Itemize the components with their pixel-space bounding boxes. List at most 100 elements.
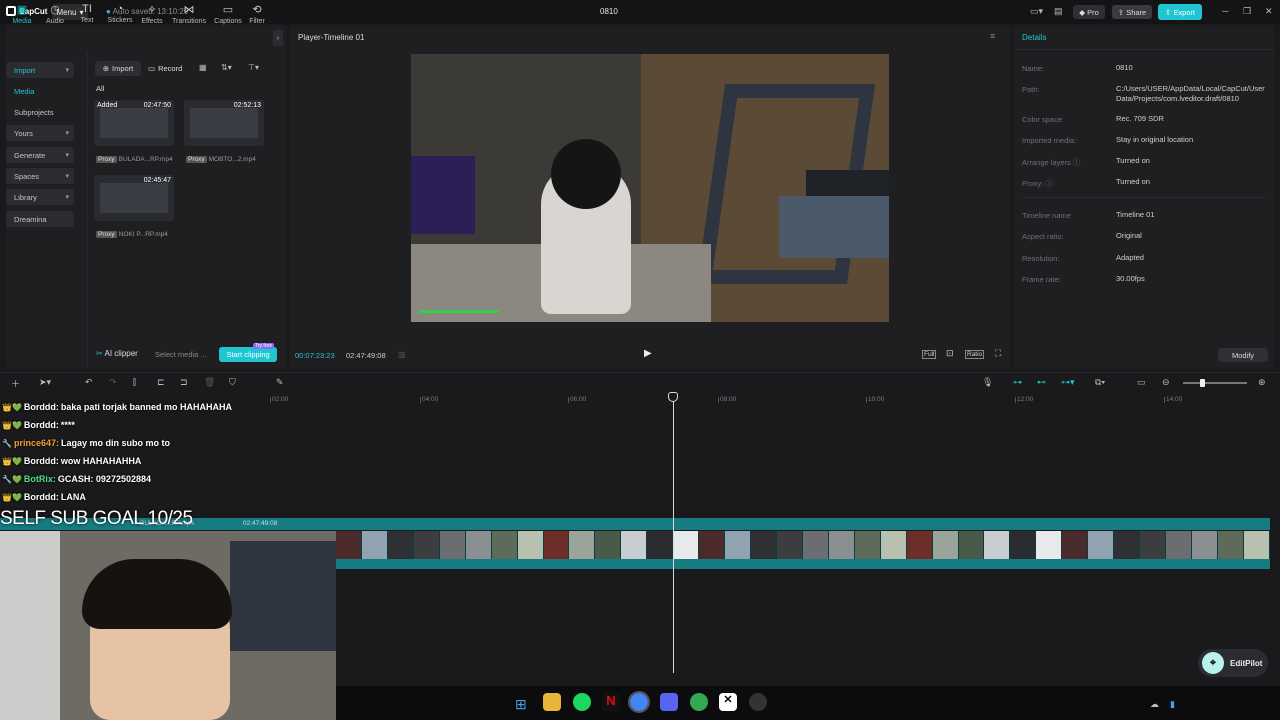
sidebar-item-dreamina[interactable]: Dreamina: [6, 211, 74, 227]
layout-icon[interactable]: ▭▾: [1030, 6, 1043, 17]
media-item[interactable]: 02:45:47: [94, 175, 174, 221]
video-preview[interactable]: [411, 54, 889, 322]
zoom-slider[interactable]: [1183, 382, 1247, 384]
split-icon[interactable]: ⫿: [133, 377, 136, 388]
sidebar-item-media[interactable]: Media: [6, 83, 74, 99]
record-button[interactable]: ▭ Record: [148, 61, 188, 76]
screenshot-icon[interactable]: ⊡: [946, 348, 954, 359]
info-icon[interactable]: ⓘ: [1073, 158, 1081, 167]
battery-icon[interactable]: ▮: [1170, 699, 1175, 710]
start-clipping-button[interactable]: Start clipping: [219, 347, 277, 362]
fullscreen-icon[interactable]: ⛶: [995, 348, 1001, 359]
snap-icon[interactable]: ⊶▾: [1061, 377, 1075, 388]
chat-text: ****: [60, 420, 75, 430]
detail-key: Timeline name: [1022, 211, 1071, 220]
select-media[interactable]: Select media ...: [155, 350, 207, 359]
chrome-alt-icon[interactable]: [690, 693, 708, 711]
tab-stickers[interactable]: ◔ Stickers: [103, 3, 137, 24]
play-button[interactable]: ▶: [644, 348, 652, 359]
media-duration: 02:45:47: [143, 177, 171, 184]
microphone-icon[interactable]: 🎙: [982, 377, 993, 388]
discord-icon[interactable]: [660, 693, 678, 711]
grid-view-icon[interactable]: ▦: [199, 63, 207, 72]
sidebar-item-generate[interactable]: Generate ▾: [6, 147, 74, 163]
sidebar-item-label: Yours: [14, 128, 33, 138]
sidebar-item-yours[interactable]: Yours ▾: [6, 125, 74, 141]
stickers-icon: ◔: [116, 3, 124, 15]
windows-start-icon[interactable]: ⊞: [515, 696, 527, 713]
audio-waveform[interactable]: [336, 559, 1270, 569]
shortcuts-icon[interactable]: ▤: [1054, 6, 1063, 17]
full-button[interactable]: Full: [922, 350, 937, 359]
pro-button[interactable]: ◆ Pro: [1073, 5, 1105, 19]
proxy-badge: Proxy: [186, 156, 207, 163]
ai-clipper[interactable]: ✂ AI clipper: [96, 349, 138, 358]
player-menu-icon[interactable]: ≡: [990, 31, 995, 41]
ruler-label: 08:00: [720, 396, 737, 403]
maximize-icon[interactable]: ❐: [1243, 6, 1251, 17]
trim-left-icon[interactable]: ⊏: [157, 377, 165, 388]
chevron-right-icon[interactable]: ›: [273, 30, 283, 46]
capcut-taskbar-icon[interactable]: ✕: [719, 693, 737, 711]
share-icon: ⇪: [1117, 7, 1125, 17]
add-track-icon[interactable]: ＋: [11, 377, 20, 390]
minimize-icon[interactable]: ─: [1222, 6, 1228, 16]
steam-icon[interactable]: [749, 693, 767, 711]
tab-filters[interactable]: ⟲ Filter: [244, 3, 270, 25]
playhead-handle[interactable]: [668, 392, 678, 402]
filter-icon[interactable]: ⊤▾: [248, 63, 259, 72]
share-button[interactable]: ⇪ Share: [1112, 5, 1152, 19]
export-button[interactable]: ⇧ Export: [1158, 4, 1202, 20]
sort-icon[interactable]: ⇅▾: [221, 63, 232, 72]
tab-text[interactable]: TI Text: [70, 3, 104, 24]
playhead[interactable]: [673, 396, 674, 673]
chat-user: BotRix:: [23, 474, 56, 484]
trim-right-icon[interactable]: ⊐: [180, 377, 188, 388]
file-explorer-icon[interactable]: [543, 693, 561, 711]
select-tool-icon[interactable]: ➤▾: [39, 377, 51, 388]
editpilot-button[interactable]: ⌖ EditPilot: [1198, 649, 1268, 677]
details-panel: Details Name: 0810 Path: C:/Users/USER/A…: [1014, 25, 1274, 368]
info-icon[interactable]: ⓘ: [1045, 179, 1053, 188]
video-clip[interactable]: [336, 531, 1270, 559]
filter-all[interactable]: All: [96, 84, 104, 93]
media-item[interactable]: Added 02:47:50: [94, 100, 174, 146]
close-icon[interactable]: ✕: [1265, 6, 1273, 17]
effects-icon: ✧: [147, 4, 157, 16]
chat-message: 👑💚 Borddd: ****: [2, 420, 75, 430]
link-icon[interactable]: ⊶: [1013, 377, 1022, 388]
sidebar-item-library[interactable]: Library ▾: [6, 189, 74, 205]
magnet-icon[interactable]: ⊷: [1037, 377, 1046, 388]
shield-icon[interactable]: ⛉: [229, 377, 236, 388]
delete-icon[interactable]: 🗑: [204, 377, 215, 388]
zoom-in-icon[interactable]: ⊕: [1258, 377, 1266, 388]
preview-axis-icon[interactable]: ⧉▾: [1095, 377, 1105, 388]
caption-track-icon[interactable]: ▭: [1137, 377, 1146, 388]
tab-captions[interactable]: ▭ Captions: [211, 3, 245, 25]
zoom-slider-handle[interactable]: [1200, 379, 1205, 387]
media-item[interactable]: 02:52:13: [184, 100, 264, 146]
clip-frame: [491, 531, 518, 559]
tab-audio[interactable]: ◷ Audio: [38, 3, 72, 25]
chrome-icon[interactable]: [628, 691, 650, 713]
redo-icon[interactable]: ↷: [109, 377, 117, 388]
tab-media[interactable]: ▣ Media: [5, 3, 39, 25]
diamond-icon: ◆: [1079, 7, 1085, 17]
undo-icon[interactable]: ↶: [85, 377, 93, 388]
timecode-icon[interactable]: ▥: [398, 350, 406, 359]
sidebar-item-spaces[interactable]: Spaces ▾: [6, 168, 74, 184]
cloud-icon[interactable]: ☁: [1150, 699, 1159, 710]
modify-button[interactable]: Modify: [1218, 348, 1268, 362]
netflix-icon[interactable]: N: [602, 693, 620, 711]
clip-frame: [361, 531, 388, 559]
edit-icon[interactable]: ✎: [276, 377, 284, 388]
zoom-out-icon[interactable]: ⊖: [1162, 377, 1170, 388]
spotify-icon[interactable]: [573, 693, 591, 711]
sidebar-item-import[interactable]: Import ▾: [6, 62, 74, 78]
detail-key: Name:: [1022, 64, 1045, 73]
ratio-button[interactable]: Ratio: [965, 350, 985, 359]
import-button[interactable]: ⊕ Import: [95, 61, 141, 76]
sidebar-item-subprojects[interactable]: Subprojects: [6, 104, 74, 120]
tab-transitions[interactable]: ⋈ Transitions: [172, 3, 206, 25]
tab-effects[interactable]: ✧ Effects: [135, 3, 169, 25]
